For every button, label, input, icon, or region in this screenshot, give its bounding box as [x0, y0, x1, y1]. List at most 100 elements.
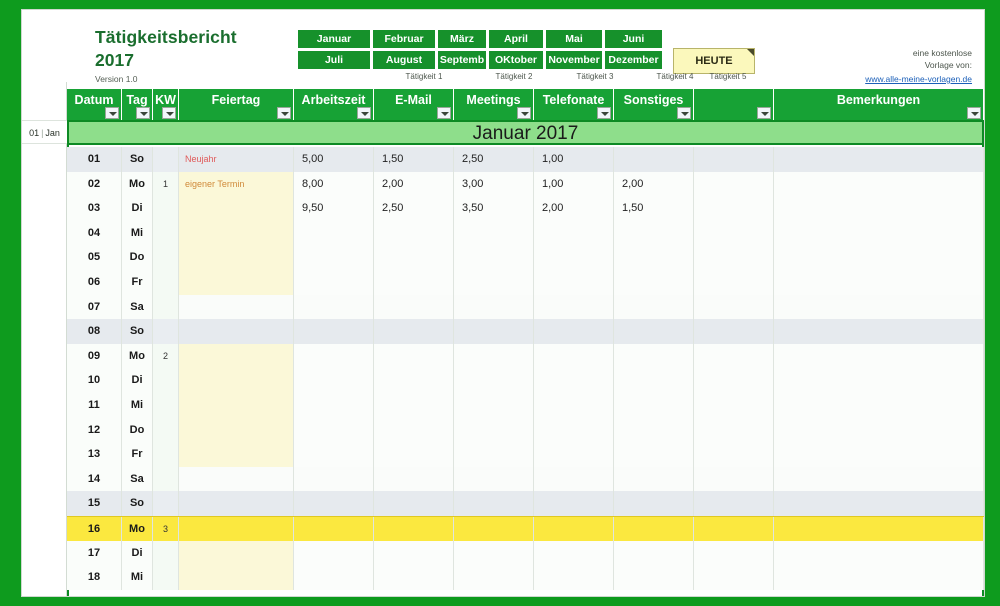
cell-date[interactable]: 06 — [67, 270, 122, 295]
cell-extra[interactable] — [694, 368, 774, 393]
cell-t5[interactable] — [614, 270, 694, 295]
cell-holi[interactable] — [179, 270, 294, 295]
cell-day[interactable]: Sa — [122, 466, 153, 492]
cell-kw[interactable] — [153, 294, 179, 320]
cell-t2[interactable]: 2,00 — [374, 171, 454, 197]
cell-t4[interactable] — [534, 343, 614, 369]
column-header-kw[interactable]: KW — [153, 89, 179, 120]
filter-dropdown-icon[interactable] — [357, 107, 371, 119]
cell-day[interactable]: Di — [122, 196, 153, 221]
table-row[interactable]: 05 Do — [67, 245, 984, 270]
cell-date[interactable]: 18 — [67, 565, 122, 590]
cell-kw[interactable]: 1 — [153, 171, 179, 197]
cell-t5[interactable] — [614, 319, 694, 344]
cell-rem[interactable] — [774, 171, 984, 197]
cell-rem[interactable] — [774, 319, 984, 344]
cell-date[interactable]: 13 — [67, 442, 122, 467]
cell-t1[interactable] — [294, 540, 374, 566]
cell-holi[interactable] — [179, 196, 294, 221]
column-header-t2[interactable]: E-Mail — [374, 89, 454, 120]
cell-t1[interactable] — [294, 220, 374, 246]
table-row[interactable]: 18 Mi — [67, 565, 984, 590]
filter-dropdown-icon[interactable] — [105, 107, 119, 119]
cell-t4[interactable] — [534, 294, 614, 320]
cell-t3[interactable] — [454, 442, 534, 467]
cell-t5[interactable] — [614, 442, 694, 467]
cell-t4[interactable] — [534, 417, 614, 443]
table-row[interactable]: 15 So — [67, 491, 984, 516]
cell-day[interactable]: Mi — [122, 393, 153, 418]
column-header-day[interactable]: Tag — [122, 89, 153, 120]
cell-t3[interactable] — [454, 466, 534, 492]
cell-t5[interactable] — [614, 491, 694, 516]
cell-t3[interactable] — [454, 343, 534, 369]
cell-t4[interactable] — [534, 393, 614, 418]
cell-kw[interactable] — [153, 393, 179, 418]
column-header-date[interactable]: Datum — [67, 89, 122, 120]
cell-t2[interactable] — [374, 245, 454, 270]
cell-rem[interactable] — [774, 466, 984, 492]
cell-date[interactable]: 04 — [67, 220, 122, 246]
cell-holi[interactable] — [179, 343, 294, 369]
cell-t2[interactable] — [374, 517, 454, 542]
cell-t1[interactable] — [294, 368, 374, 393]
cell-t2[interactable] — [374, 540, 454, 566]
cell-holi[interactable] — [179, 294, 294, 320]
month-button-dezember[interactable]: Dezember — [604, 50, 663, 70]
cell-rem[interactable] — [774, 294, 984, 320]
cell-t1[interactable] — [294, 442, 374, 467]
cell-t1[interactable] — [294, 270, 374, 295]
table-row[interactable]: 12 Do — [67, 417, 984, 443]
cell-t5[interactable] — [614, 540, 694, 566]
table-row[interactable]: 14 Sa — [67, 466, 984, 492]
cell-t2[interactable] — [374, 565, 454, 590]
cell-day[interactable]: Mo — [122, 517, 153, 542]
cell-extra[interactable] — [694, 245, 774, 270]
cell-rem[interactable] — [774, 417, 984, 443]
cell-t2[interactable] — [374, 319, 454, 344]
cell-t4[interactable]: 1,00 — [534, 171, 614, 197]
cell-date[interactable]: 09 — [67, 343, 122, 369]
cell-t4[interactable]: 2,00 — [534, 196, 614, 221]
cell-t2[interactable]: 1,50 — [374, 147, 454, 172]
cell-t1[interactable] — [294, 393, 374, 418]
cell-t1[interactable] — [294, 565, 374, 590]
table-row[interactable]: 03 Di 9,50 2,50 3,50 2,00 1,50 — [67, 196, 984, 221]
cell-kw[interactable] — [153, 368, 179, 393]
cell-t3[interactable]: 3,50 — [454, 196, 534, 221]
cell-t5[interactable] — [614, 245, 694, 270]
cell-extra[interactable] — [694, 466, 774, 492]
cell-t5[interactable] — [614, 517, 694, 542]
cell-day[interactable]: Di — [122, 540, 153, 566]
credit-link[interactable]: www.alle-meine-vorlagen.de — [865, 74, 972, 84]
month-button-oktober[interactable]: OKtober — [488, 50, 544, 70]
cell-rem[interactable] — [774, 393, 984, 418]
table-row[interactable]: 13 Fr — [67, 442, 984, 467]
month-button-april[interactable]: April — [488, 29, 544, 49]
cell-rem[interactable] — [774, 196, 984, 221]
cell-day[interactable]: So — [122, 319, 153, 344]
cell-extra[interactable] — [694, 196, 774, 221]
cell-holi[interactable]: eigener Termin — [179, 171, 294, 197]
cell-rem[interactable] — [774, 245, 984, 270]
cell-extra[interactable] — [694, 540, 774, 566]
filter-dropdown-icon[interactable] — [597, 107, 611, 119]
cell-t3[interactable] — [454, 368, 534, 393]
filter-dropdown-icon[interactable] — [517, 107, 531, 119]
filter-dropdown-icon[interactable] — [136, 107, 150, 119]
cell-kw[interactable] — [153, 147, 179, 172]
cell-date[interactable]: 17 — [67, 540, 122, 566]
cell-day[interactable]: Mo — [122, 171, 153, 197]
cell-t3[interactable]: 3,00 — [454, 171, 534, 197]
cell-holi[interactable] — [179, 565, 294, 590]
cell-day[interactable]: Fr — [122, 442, 153, 467]
cell-t3[interactable] — [454, 393, 534, 418]
filter-dropdown-icon[interactable] — [437, 107, 451, 119]
cell-extra[interactable] — [694, 417, 774, 443]
month-button-mai[interactable]: Mai — [545, 29, 603, 49]
cell-t5[interactable] — [614, 393, 694, 418]
cell-t4[interactable]: 1,00 — [534, 147, 614, 172]
cell-t4[interactable] — [534, 442, 614, 467]
cell-date[interactable]: 14 — [67, 466, 122, 492]
table-row[interactable]: 11 Mi — [67, 393, 984, 418]
